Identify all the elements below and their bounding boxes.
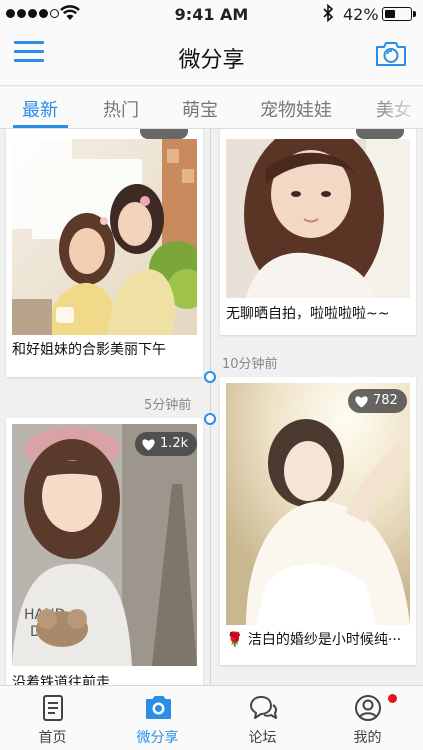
tab-label: 微分享 (136, 730, 179, 746)
tab-micro-share[interactable]: 微分享 (105, 686, 210, 750)
tab-me[interactable]: 我的 (315, 686, 420, 750)
bottom-tab-bar: 首页 微分享 论坛 我的 (0, 685, 423, 750)
document-icon (43, 695, 63, 721)
post-photo (226, 139, 410, 298)
like-badge (140, 129, 188, 139)
chat-bubbles-icon (250, 696, 278, 719)
post-card[interactable]: HAND DAYS 1.2k 沿着铁道往前走 (6, 418, 203, 685)
post-caption: 🌹 洁白的婚纱是小时候纯··· (226, 632, 402, 648)
post-caption: 无聊晒自拍，啦啦啦啦~~ (226, 306, 390, 322)
feed: 和好姐妹的合影美丽下午 无聊晒自拍，啦啦啦啦~~ 10分钟前 782 🌹 洁白的… (0, 129, 423, 685)
tab-label: 我的 (353, 730, 382, 746)
timeline-dot (204, 371, 216, 383)
tab-forum[interactable]: 论坛 (210, 686, 315, 750)
bluetooth-icon (323, 4, 334, 22)
post-caption: 和好姐妹的合影美丽下午 (12, 342, 166, 358)
post-card[interactable]: 782 🌹 洁白的婚纱是小时候纯··· (220, 377, 416, 665)
tab-label: 论坛 (248, 730, 277, 746)
battery-percent: 42% (343, 5, 379, 24)
post-card[interactable]: 和好姐妹的合影美丽下午 (6, 129, 203, 377)
page-title: 微分享 (178, 48, 245, 73)
tab-pets-dolls[interactable]: 宠物娃娃 (260, 96, 332, 122)
tab-active-indicator (13, 125, 68, 128)
post-caption: 沿着铁道往前走 (12, 675, 110, 685)
heart-icon (142, 438, 155, 450)
post-photo: HAND DAYS (12, 424, 197, 666)
like-badge[interactable]: 782 (348, 389, 407, 413)
tab-home[interactable]: 首页 (0, 686, 105, 750)
like-count: 1.2k (160, 436, 189, 451)
battery-icon (382, 7, 416, 21)
share-icon (146, 696, 171, 719)
camera-icon[interactable] (375, 41, 407, 67)
status-bar: 9:41 AM 42% (0, 0, 423, 28)
like-badge (356, 129, 404, 139)
tab-latest[interactable]: 最新 (22, 96, 58, 122)
tab-hot[interactable]: 热门 (103, 96, 139, 122)
timeline-line (210, 129, 211, 685)
nav-bar: 微分享 (0, 28, 423, 86)
post-card[interactable]: 无聊晒自拍，啦啦啦啦~~ (220, 129, 416, 335)
tab-babies[interactable]: 萌宝 (182, 96, 218, 122)
tab-label: 首页 (38, 730, 67, 746)
like-count: 782 (373, 393, 398, 408)
post-time: 10分钟前 (222, 357, 278, 372)
notification-badge (388, 694, 397, 703)
like-badge[interactable]: 1.2k (135, 432, 198, 456)
timeline-dot (204, 413, 216, 425)
heart-icon (355, 395, 368, 407)
post-photo (12, 139, 197, 335)
category-tabs: 最新 热门 萌宝 宠物娃娃 美女 (0, 87, 423, 129)
post-time: 5分钟前 (144, 398, 192, 413)
user-icon (355, 695, 381, 721)
post-photo (226, 383, 410, 625)
